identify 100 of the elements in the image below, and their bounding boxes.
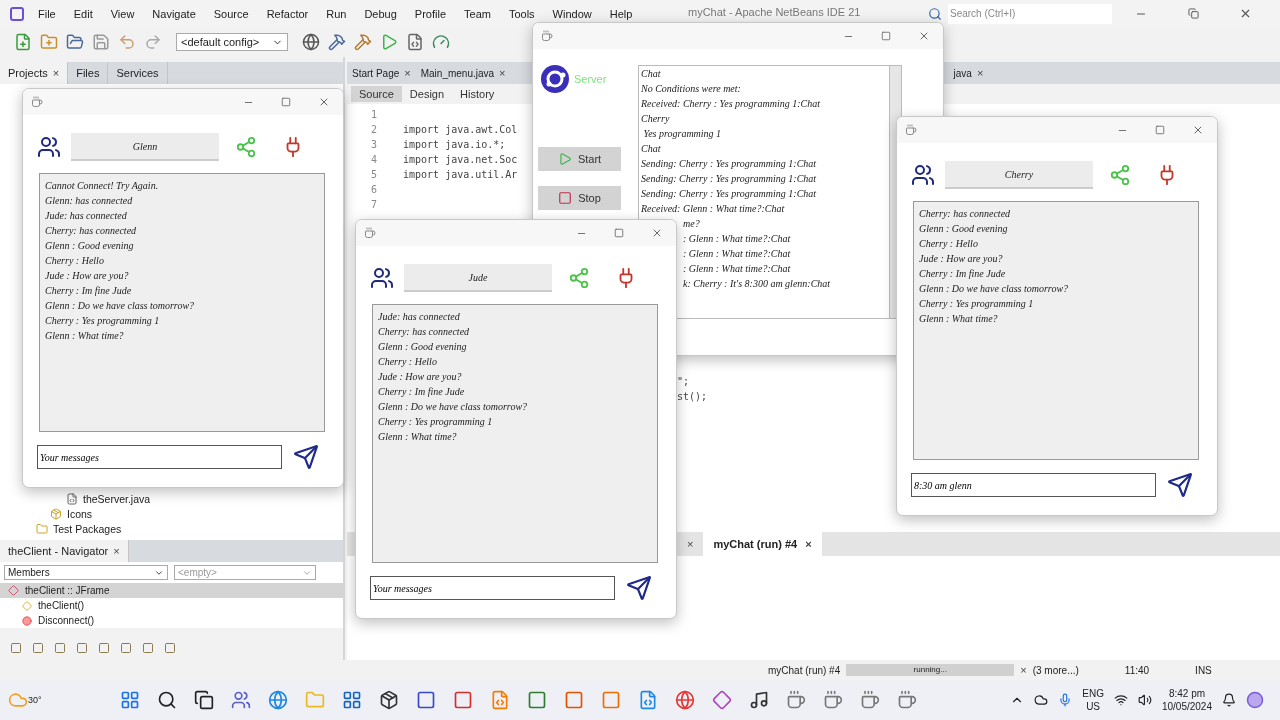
members-dropdown[interactable]: Members: [4, 565, 168, 580]
package-icon[interactable]: [378, 690, 399, 710]
pane-tab[interactable]: theClient - Navigator ×: [0, 540, 129, 562]
menu-item[interactable]: Refactor: [266, 7, 309, 20]
restore-icon[interactable]: [1187, 8, 1199, 19]
menu-item[interactable]: Help: [609, 7, 633, 20]
share-icon[interactable]: [235, 136, 257, 158]
close-icon[interactable]: [318, 96, 330, 108]
circle-icon[interactable]: [1246, 691, 1264, 709]
new-file-icon[interactable]: [14, 33, 32, 51]
search-icon[interactable]: [156, 690, 177, 710]
square-icon[interactable]: [563, 690, 584, 710]
volume-icon[interactable]: [1137, 693, 1152, 707]
undo-icon[interactable]: [118, 33, 136, 51]
square-icon[interactable]: [452, 690, 473, 710]
run-icon[interactable]: [380, 33, 398, 51]
file-icon[interactable]: [406, 33, 424, 51]
navigator-item[interactable]: Disconnect(): [0, 613, 343, 628]
config-dropdown[interactable]: <default config>: [176, 33, 288, 51]
gauge-icon[interactable]: [432, 33, 450, 51]
save-icon[interactable]: [92, 33, 110, 51]
open-folder-icon[interactable]: [66, 33, 84, 51]
close-button[interactable]: ×: [687, 538, 694, 550]
message-field[interactable]: Your messages: [370, 576, 615, 600]
globe-icon[interactable]: [267, 690, 288, 710]
menu-item[interactable]: Window: [552, 7, 592, 20]
coffee-cup-icon[interactable]: [785, 690, 806, 710]
close-icon[interactable]: [918, 30, 930, 42]
maximize-icon[interactable]: [281, 97, 291, 107]
editor-tab[interactable]: Start Page ×: [347, 62, 416, 84]
hammer-icon[interactable]: [354, 33, 372, 51]
chat-message: Glenn : Do we have class tomorrow?: [919, 282, 1069, 296]
menu-item[interactable]: File: [38, 7, 56, 20]
stop-button[interactable]: Stop: [538, 186, 621, 210]
search-field[interactable]: Search (Ctrl+I): [948, 3, 1112, 24]
tree-item[interactable]: Icons: [50, 506, 343, 521]
maximize-icon[interactable]: [1155, 125, 1165, 135]
editor-tab[interactable]: java ×: [948, 62, 989, 84]
music-icon[interactable]: [748, 690, 769, 710]
redo-icon[interactable]: [144, 33, 162, 51]
maximize-icon[interactable]: [614, 228, 624, 238]
output-tab[interactable]: myChat (run) #4 ×: [703, 532, 822, 556]
menu-item[interactable]: Edit: [73, 7, 93, 20]
code-line: st();: [677, 391, 708, 404]
log-line: Chat: [641, 142, 661, 156]
chat-message: Glenn : What time?: [919, 312, 998, 326]
code-line: import java.util.Ar: [403, 169, 518, 180]
hammer-icon[interactable]: [328, 33, 346, 51]
menu-item[interactable]: Run: [326, 7, 347, 20]
view-tab[interactable]: Design: [401, 86, 453, 102]
cancel-button[interactable]: ×: [1020, 664, 1027, 676]
view-tab[interactable]: Source: [351, 86, 402, 102]
menu-item[interactable]: Tools: [508, 7, 535, 20]
globe-icon[interactable]: [302, 33, 320, 51]
share-icon[interactable]: [1109, 164, 1131, 186]
menu-item[interactable]: Team: [464, 7, 491, 20]
user-name: Jude: [404, 264, 552, 292]
tree-item[interactable]: Test Packages: [36, 521, 343, 536]
grid-icon[interactable]: [341, 690, 362, 710]
share-icon[interactable]: [568, 267, 590, 289]
cloud-icon[interactable]: [1034, 693, 1049, 707]
view-tab[interactable]: History: [452, 86, 503, 102]
new-folder-icon[interactable]: [40, 33, 58, 51]
line-number: 4: [369, 154, 377, 165]
globe-icon[interactable]: [674, 690, 695, 710]
wifi-icon[interactable]: [1113, 693, 1128, 707]
square-icon[interactable]: [415, 690, 436, 710]
language-indicator[interactable]: ENG US: [1082, 687, 1104, 713]
navigator-item[interactable]: theClient(): [0, 598, 343, 613]
microphone-icon[interactable]: [1058, 693, 1073, 707]
close-icon[interactable]: [1192, 124, 1204, 136]
coffee-cup-icon[interactable]: [822, 690, 843, 710]
square-icon[interactable]: [526, 690, 547, 710]
diamond-icon[interactable]: [711, 690, 732, 710]
send-icon[interactable]: [293, 444, 319, 470]
editor-tab[interactable]: Main_menu.java ×: [415, 62, 511, 84]
menu-item[interactable]: Profile: [414, 7, 446, 20]
coffee-cup-icon[interactable]: [859, 690, 880, 710]
more-tasks-link[interactable]: (3 more...): [1032, 664, 1079, 676]
send-icon[interactable]: [1167, 472, 1193, 498]
tree-item[interactable]: theServer.java: [66, 491, 343, 506]
line-number: 3: [369, 139, 377, 150]
menu-item[interactable]: Source: [213, 7, 249, 20]
message-field[interactable]: Your messages: [37, 445, 282, 469]
menu-item[interactable]: Debug: [364, 7, 397, 20]
message-field[interactable]: 8:30 am glenn: [911, 473, 1156, 497]
menu-item[interactable]: Navigate: [152, 7, 196, 20]
close-icon[interactable]: [651, 227, 663, 239]
bell-icon[interactable]: [1222, 693, 1236, 707]
square-icon[interactable]: [600, 690, 621, 710]
chat-message: Cannot Connect! Try Again.: [45, 179, 159, 193]
maximize-icon[interactable]: [881, 31, 891, 41]
navigator-item[interactable]: theClient :: JFrame: [0, 583, 343, 598]
people-icon[interactable]: [230, 690, 251, 710]
pane-tab[interactable]: Projects ×: [0, 62, 69, 84]
send-icon[interactable]: [626, 575, 652, 601]
coffee-cup-icon[interactable]: [896, 690, 917, 710]
start-button[interactable]: Start: [538, 147, 621, 171]
menu-item[interactable]: View: [110, 7, 135, 20]
clock[interactable]: 8:42 pm 10/05/2024: [1161, 687, 1212, 713]
